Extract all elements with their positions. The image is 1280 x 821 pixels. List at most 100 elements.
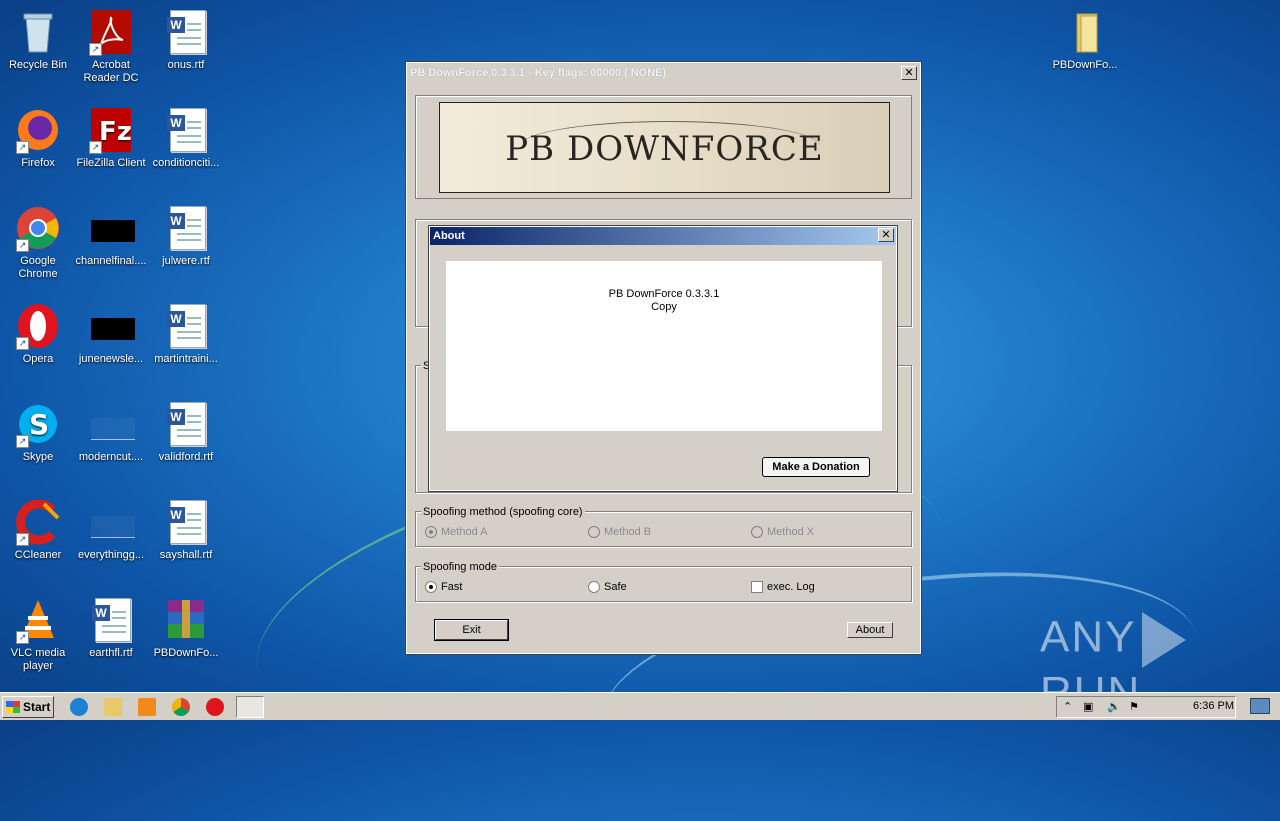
desktop-icon-channelfinal[interactable]: channelfinal.... xyxy=(73,204,149,268)
exec-log-label: exec. Log xyxy=(767,581,815,593)
radio-icon xyxy=(751,526,763,538)
desktop-icon-label: Recycle Bin xyxy=(8,59,68,71)
media-player-taskbar-icon[interactable] xyxy=(138,698,156,716)
winrar-icon xyxy=(162,596,210,644)
chrome-taskbar-icon[interactable] xyxy=(172,698,190,716)
taskbar-clock[interactable]: 6:36 PM xyxy=(1193,700,1234,712)
blank-file-icon xyxy=(87,498,135,546)
method-x-label: Method X xyxy=(767,526,815,538)
fast-radio[interactable]: Fast xyxy=(425,581,462,593)
window-titlebar[interactable]: PB DownForce 0.3.3.1 - Key flags: 00000 … xyxy=(407,63,920,83)
word-doc-icon: W xyxy=(162,498,210,546)
desktop-icon-moderncut[interactable]: moderncut.... xyxy=(73,400,149,464)
about-close-button[interactable]: ✕ xyxy=(878,228,894,242)
desktop-icon-sayshall[interactable]: W sayshall.rtf xyxy=(148,498,224,562)
radio-icon xyxy=(425,581,437,593)
word-doc-icon: W xyxy=(162,8,210,56)
word-doc-icon: W xyxy=(87,596,135,644)
show-desktop-icon[interactable] xyxy=(1250,698,1270,714)
network-flag-icon[interactable]: ⚑ xyxy=(1129,700,1139,713)
word-doc-icon: W xyxy=(162,400,210,448)
folder-icon xyxy=(1061,8,1109,56)
desktop-icon-everythingg[interactable]: everythingg... xyxy=(73,498,149,562)
make-donation-button[interactable]: Make a Donation xyxy=(762,457,870,477)
exit-button[interactable]: Exit xyxy=(434,619,509,641)
ie-taskbar-icon[interactable] xyxy=(70,698,88,716)
black-file-icon xyxy=(87,204,135,252)
method-a-radio[interactable]: Method A xyxy=(425,526,487,538)
show-hidden-icons-icon[interactable]: ⌃ xyxy=(1063,700,1072,713)
word-doc-icon: W xyxy=(162,204,210,252)
desktop-icon-recycle-bin[interactable]: Recycle Bin xyxy=(0,8,76,72)
method-x-radio[interactable]: Method X xyxy=(751,526,814,538)
safe-label: Safe xyxy=(604,581,627,593)
about-version-text: PB DownForce 0.3.3.1 xyxy=(608,288,720,300)
desktop-icon-opera[interactable]: ↗ Opera xyxy=(0,302,76,366)
radio-icon xyxy=(588,581,600,593)
window-close-button[interactable]: ✕ xyxy=(901,66,917,80)
desktop-icon-label: Acrobat Reader DC xyxy=(83,59,139,84)
desktop-icon-chrome[interactable]: ↗ Google Chrome xyxy=(0,204,76,281)
blank-file-icon xyxy=(87,400,135,448)
desktop-icon-earthfl[interactable]: W earthfl.rtf xyxy=(73,596,149,660)
start-label: Start xyxy=(23,700,51,714)
desktop-icon-pbdownforce-folder[interactable]: PBDownFo... xyxy=(1047,8,1123,72)
start-button[interactable]: Start xyxy=(2,696,54,718)
desktop-icon-martintraini[interactable]: W martintraini... xyxy=(148,302,224,366)
desktop-icon-onus[interactable]: W onus.rtf xyxy=(148,8,224,72)
about-button[interactable]: About xyxy=(847,622,893,638)
filezilla-icon: Fz ↗ xyxy=(87,106,135,154)
desktop-icon-pbdownforce-archive[interactable]: PBDownFo... xyxy=(148,596,224,660)
desktop-icon-junenewsle[interactable]: junenewsle... xyxy=(73,302,149,366)
action-center-icon[interactable]: ▣ xyxy=(1083,700,1093,713)
about-dialog: About ✕ PB DownForce 0.3.3.1 Copy Make a… xyxy=(428,225,898,492)
desktop-icon-filezilla[interactable]: Fz ↗ FileZilla Client xyxy=(73,106,149,170)
desktop-icon-label: moderncut.... xyxy=(78,451,144,463)
windows-logo-icon xyxy=(6,701,20,713)
exec-log-checkbox[interactable]: exec. Log xyxy=(751,581,815,593)
desktop-icon-vlc[interactable]: ↗ VLC media player xyxy=(0,596,76,673)
about-titlebar[interactable]: About xyxy=(430,227,896,245)
pbdownforce-taskbar-button[interactable] xyxy=(236,696,264,718)
desktop-icon-label: CCleaner xyxy=(14,549,62,561)
ccleaner-icon: ↗ xyxy=(14,498,62,546)
volume-icon[interactable]: 🔈 xyxy=(1107,700,1121,713)
desktop-icon-validford[interactable]: W validford.rtf xyxy=(148,400,224,464)
desktop-icon-label: sayshall.rtf xyxy=(159,549,213,561)
desktop-icon-label: FileZilla Client xyxy=(76,157,146,169)
taskbar: Start ⌃ ▣ 🔈 ⚑ 6:36 PM xyxy=(0,692,1280,720)
desktop-icon-label: Google Chrome xyxy=(18,255,58,280)
checkbox-icon xyxy=(751,581,763,593)
desktop-icon-acrobat[interactable]: ↗ Acrobat Reader DC xyxy=(73,8,149,85)
about-copy-text: Copy xyxy=(651,301,677,313)
desktop-icon-label: validford.rtf xyxy=(158,451,214,463)
opera-taskbar-icon[interactable] xyxy=(206,698,224,716)
window-title: PB DownForce 0.3.3.1 - Key flags: 00000 … xyxy=(410,67,667,79)
desktop-icon-ccleaner[interactable]: ↗ CCleaner xyxy=(0,498,76,562)
desktop-icon-label: martintraini... xyxy=(154,353,218,365)
desktop-icon-julwere[interactable]: W julwere.rtf xyxy=(148,204,224,268)
desktop-icon-conditionciti[interactable]: W conditionciti... xyxy=(148,106,224,170)
radio-icon xyxy=(425,526,437,538)
desktop-icon-label: Opera xyxy=(22,353,54,365)
desktop-icon-label: PBDownFo... xyxy=(153,647,219,659)
explorer-taskbar-icon[interactable] xyxy=(104,698,122,716)
safe-radio[interactable]: Safe xyxy=(588,581,627,593)
banner-image: PB DOWNFORCE xyxy=(439,102,890,193)
desktop-icon-label: Firefox xyxy=(21,157,55,169)
fast-label: Fast xyxy=(441,581,463,593)
desktop-icon-skype[interactable]: S ↗ Skype xyxy=(0,400,76,464)
method-b-radio[interactable]: Method B xyxy=(588,526,651,538)
skype-icon: S ↗ xyxy=(14,400,62,448)
word-doc-icon: W xyxy=(162,106,210,154)
about-text-panel[interactable]: PB DownForce 0.3.3.1 Copy xyxy=(446,261,882,431)
desktop-icon-label: julwere.rtf xyxy=(162,255,210,267)
about-title: About xyxy=(433,230,465,242)
desktop-icon-firefox[interactable]: ↗ Firefox xyxy=(0,106,76,170)
desktop-icon-label: earthfl.rtf xyxy=(89,647,133,659)
banner-title: PB DOWNFORCE xyxy=(505,129,824,169)
firefox-icon: ↗ xyxy=(14,106,62,154)
desktop-icon-label: junenewsle... xyxy=(78,353,144,365)
opera-icon: ↗ xyxy=(14,302,62,350)
black-file-icon xyxy=(87,302,135,350)
